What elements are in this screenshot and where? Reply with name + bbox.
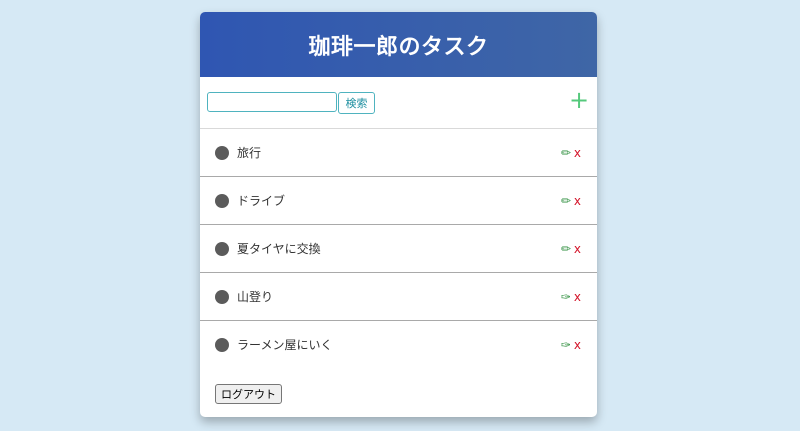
edit-pencil-icon[interactable]: ✑ [561,290,571,304]
edit-pencil-icon[interactable]: ✑ [561,338,571,352]
task-actions: ✑ x [561,321,581,368]
task-card: 珈琲一郎のタスク 検索 + 旅行 ✏ x ドライブ ✏ x 夏タイヤに交換 ✏ … [200,12,597,417]
add-task-button[interactable]: + [569,88,589,112]
card-header: 珈琲一郎のタスク [200,12,597,77]
task-list: 旅行 ✏ x ドライブ ✏ x 夏タイヤに交換 ✏ x 山登り ✑ x ラーメン… [200,129,597,368]
task-label: 山登り [237,290,274,304]
task-status-icon[interactable] [215,241,229,256]
task-actions: ✏ x [561,177,581,224]
task-label: 夏タイヤに交換 [237,242,321,256]
edit-pencil-icon[interactable]: ✏ [561,146,571,160]
task-actions: ✏ x [561,225,581,272]
task-item: ドライブ ✏ x [200,177,597,225]
search-button[interactable]: 検索 [338,92,375,114]
task-status-icon[interactable] [215,145,229,160]
delete-button[interactable]: x [574,338,581,352]
task-actions: ✏ x [561,129,581,176]
task-item: ラーメン屋にいく ✑ x [200,321,597,368]
task-status-icon[interactable] [215,193,229,208]
toolbar: 検索 + [200,77,597,129]
task-status-icon[interactable] [215,337,229,352]
task-label: ドライブ [237,194,286,208]
task-item: 夏タイヤに交換 ✏ x [200,225,597,273]
task-label: ラーメン屋にいく [237,338,333,352]
card-footer: ログアウト [215,383,282,404]
task-label: 旅行 [237,146,262,160]
delete-button[interactable]: x [574,242,581,256]
delete-button[interactable]: x [574,194,581,208]
search-input[interactable] [207,92,337,112]
task-item: 山登り ✑ x [200,273,597,321]
edit-pencil-icon[interactable]: ✏ [561,242,571,256]
task-item: 旅行 ✏ x [200,129,597,177]
task-status-icon[interactable] [215,289,229,304]
edit-pencil-icon[interactable]: ✏ [561,194,571,208]
page-title: 珈琲一郎のタスク [308,34,489,60]
delete-button[interactable]: x [574,290,581,304]
delete-button[interactable]: x [574,146,581,160]
logout-button[interactable]: ログアウト [215,384,282,404]
task-actions: ✑ x [561,273,581,320]
